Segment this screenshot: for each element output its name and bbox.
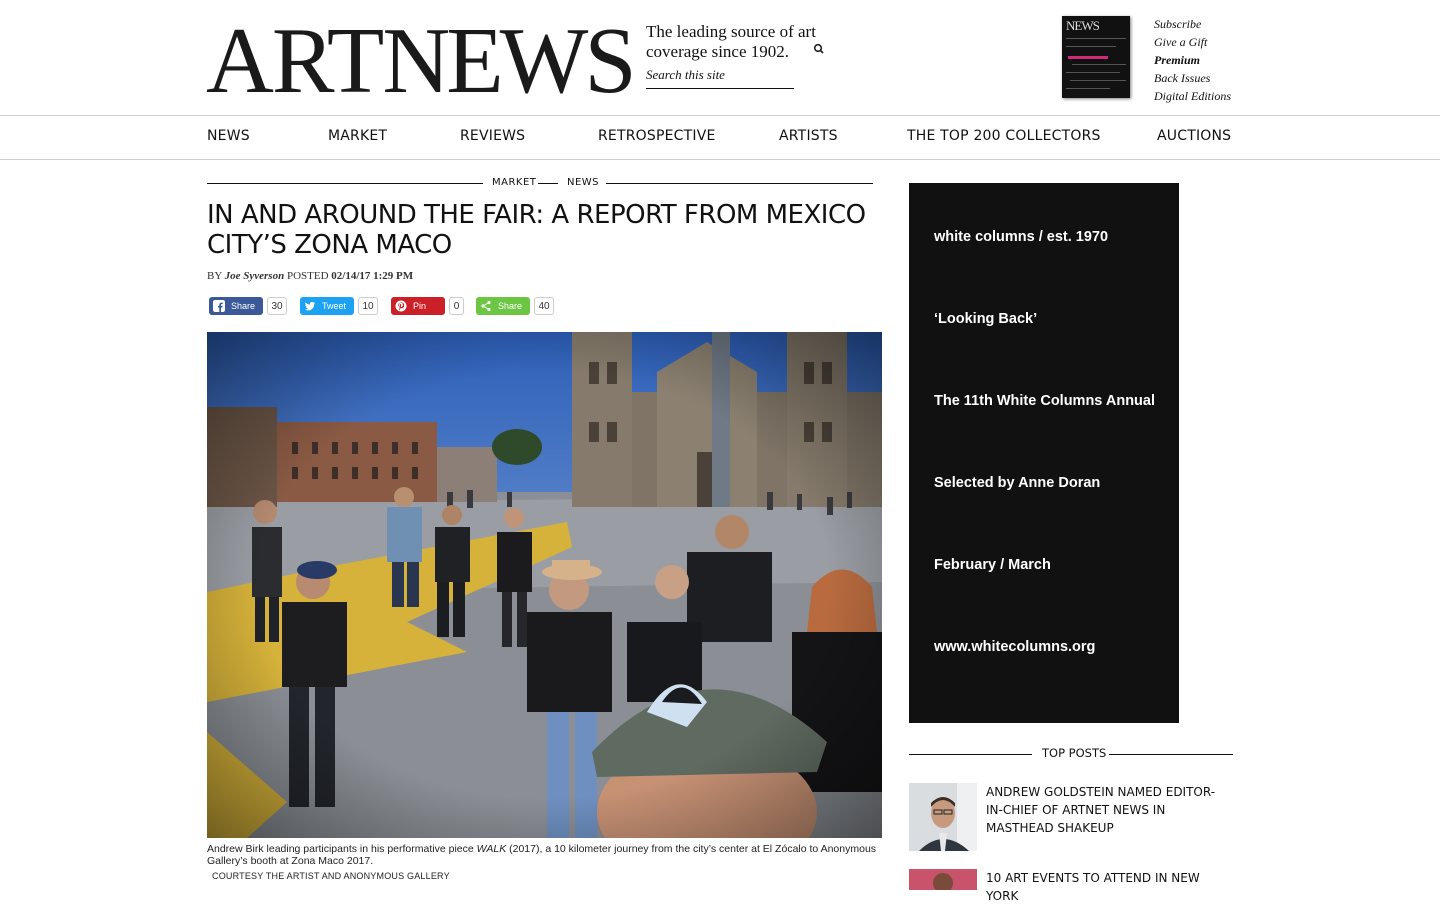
- twitter-share-button[interactable]: Tweet: [300, 297, 354, 315]
- magazine-links: Subscribe Give a Gift Premium Back Issue…: [1154, 15, 1231, 105]
- posted-label: POSTED: [286, 270, 329, 282]
- nav-auctions[interactable]: AUCTIONS: [1157, 128, 1231, 144]
- post-date: 02/14/17 1:29 PM: [331, 270, 414, 282]
- facebook-share-label: Share: [231, 301, 256, 311]
- top-post-2-thumbnail[interactable]: [909, 869, 977, 890]
- white-columns-ad[interactable]: white columns / est. 1970 ‘Looking Back’…: [909, 183, 1179, 723]
- search-icon[interactable]: [812, 42, 826, 56]
- nav-top-200-collectors[interactable]: THE TOP 200 COLLECTORS: [907, 128, 1101, 144]
- ad-line-4: Selected by Anne Doran: [934, 475, 1101, 491]
- pinterest-pin-label: Pin: [413, 301, 427, 311]
- generic-share-label: Share: [498, 301, 523, 311]
- category-rule-right: [606, 183, 873, 184]
- nav-reviews[interactable]: REVIEWS: [460, 128, 525, 144]
- by-label: BY: [207, 270, 222, 282]
- top-post-1-title[interactable]: ANDREW GOLDSTEIN NAMED EDITOR-IN-CHIEF O…: [986, 783, 1226, 837]
- artnews-logo[interactable]: ARTNEWS: [206, 14, 637, 108]
- search-input[interactable]: [646, 67, 786, 83]
- top-posts-heading: TOP POSTS: [1042, 746, 1107, 760]
- author-link[interactable]: Joe Syverson: [225, 270, 285, 282]
- twitter-icon: [305, 302, 315, 311]
- facebook-icon: [213, 300, 225, 312]
- category-market-link[interactable]: MARKET: [492, 177, 536, 188]
- twitter-share-count: 10: [358, 297, 378, 315]
- top-post-2-title[interactable]: 10 ART EVENTS TO ATTEND IN NEW YORK: [986, 869, 1226, 905]
- premium-link[interactable]: Premium: [1154, 51, 1231, 69]
- share-icon: [481, 300, 491, 312]
- ad-line-6: www.whitecolumns.org: [934, 639, 1096, 655]
- search-field[interactable]: [646, 66, 794, 89]
- category-news-link[interactable]: NEWS: [567, 177, 599, 188]
- category-rule-mid: [538, 183, 558, 184]
- twitter-share-label: Tweet: [322, 301, 347, 311]
- nav-retrospective[interactable]: RETROSPECTIVE: [598, 128, 716, 144]
- nav-artists[interactable]: ARTISTS: [779, 128, 838, 144]
- pinterest-pin-button[interactable]: Pin: [391, 297, 445, 315]
- category-rule-left: [207, 183, 483, 184]
- ad-line-3: The 11th White Columns Annual: [934, 393, 1155, 409]
- logo-art-text: ART: [206, 9, 384, 113]
- tagline: The leading source of art coverage since…: [646, 22, 816, 61]
- ad-line-1: white columns / est. 1970: [934, 229, 1109, 245]
- byline: BY Joe Syverson POSTED 02/14/17 1:29 PM: [207, 270, 413, 282]
- top-posts-rule-right: [1109, 754, 1233, 755]
- digital-editions-link[interactable]: Digital Editions: [1154, 87, 1231, 105]
- header-divider: [0, 115, 1440, 116]
- logo-news-text: NEWS: [382, 9, 636, 113]
- magazine-cover-image[interactable]: NEWS: [1062, 16, 1130, 98]
- caption-text-start: Andrew Birk leading participants in his …: [207, 843, 477, 855]
- pinterest-icon: [395, 300, 407, 312]
- caption-work-title: WALK: [476, 843, 507, 855]
- photo-caption: Andrew Birk leading participants in his …: [207, 843, 882, 867]
- subscribe-link[interactable]: Subscribe: [1154, 15, 1231, 33]
- facebook-share-button[interactable]: Share: [209, 297, 263, 315]
- magazine-cover-masthead: NEWS: [1066, 18, 1100, 33]
- back-issues-link[interactable]: Back Issues: [1154, 69, 1231, 87]
- article-title: IN AND AROUND THE FAIR: A REPORT FROM ME…: [207, 200, 866, 260]
- ad-line-5: February / March: [934, 557, 1051, 573]
- facebook-share-count: 30: [267, 297, 287, 315]
- nav-divider: [0, 159, 1440, 160]
- give-gift-link[interactable]: Give a Gift: [1154, 33, 1231, 51]
- article-photo[interactable]: [207, 332, 882, 838]
- photo-credit: COURTESY THE ARTIST AND ANONYMOUS GALLER…: [212, 871, 450, 881]
- generic-share-count: 40: [534, 297, 554, 315]
- nav-market[interactable]: MARKET: [328, 128, 387, 144]
- nav-news[interactable]: NEWS: [207, 128, 250, 144]
- ad-line-2: ‘Looking Back’: [934, 311, 1038, 327]
- pinterest-pin-count: 0: [449, 297, 464, 315]
- top-post-1-thumbnail[interactable]: [909, 783, 977, 851]
- top-posts-rule-left: [909, 754, 1032, 755]
- generic-share-button[interactable]: Share: [476, 297, 530, 315]
